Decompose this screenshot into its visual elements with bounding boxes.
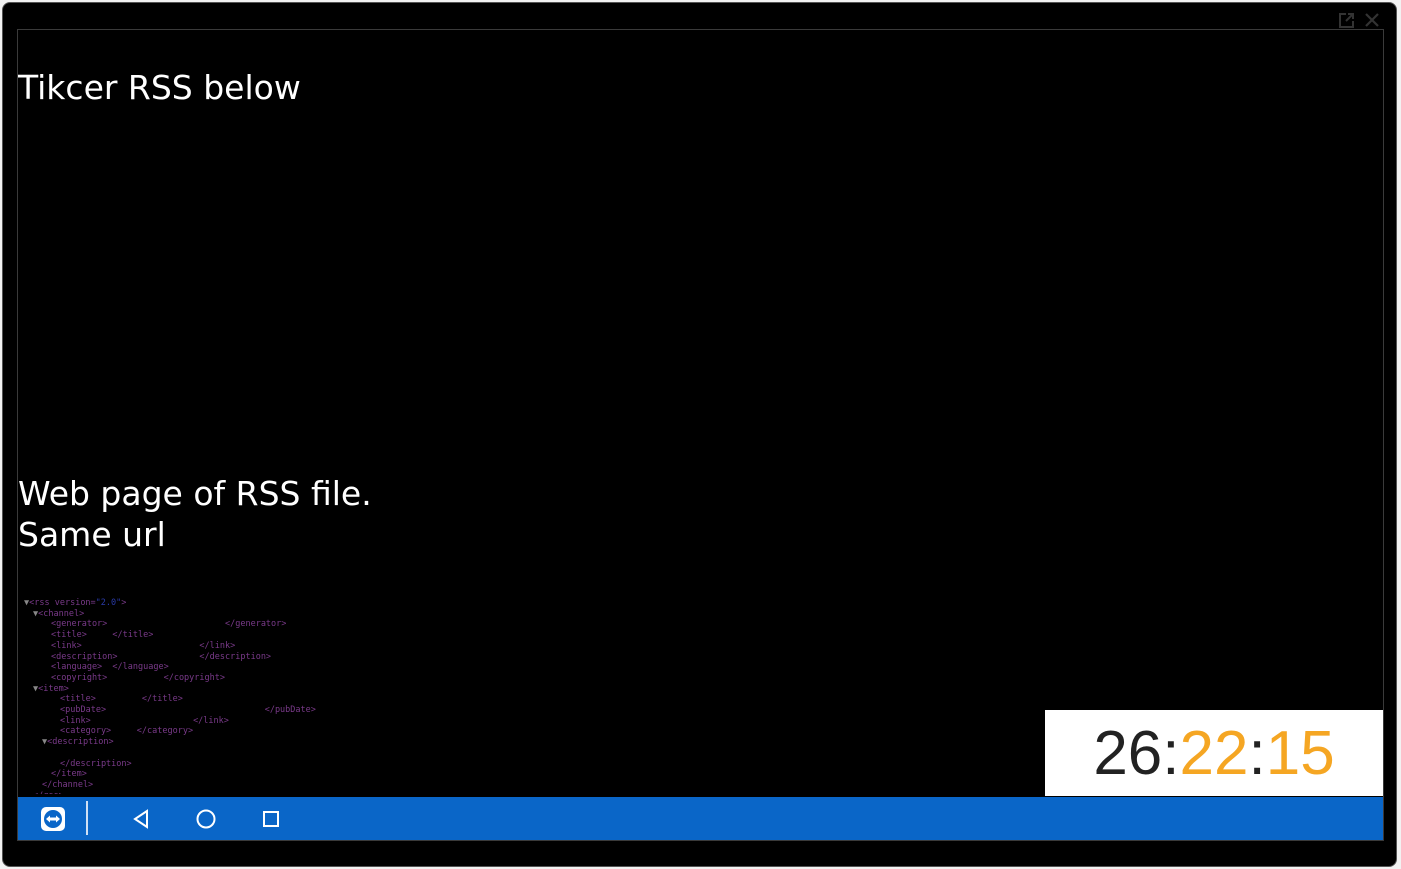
xml-close-tag: </language> — [102, 662, 169, 673]
back-triangle-icon[interactable] — [126, 797, 156, 840]
popout-icon[interactable] — [1336, 10, 1356, 30]
rss-xml-view: ▼<rss version="2.0"> ▼<channel> <generator… — [24, 598, 444, 794]
rss-line: <description> </description> — [24, 652, 444, 663]
rss-line: </description> — [24, 759, 444, 770]
android-nav-bar — [18, 797, 1383, 840]
xml-attr-value: "2.0" — [95, 598, 122, 608]
clock-minutes: 22 — [1179, 718, 1249, 788]
webpage-label-line2: Same url — [18, 515, 166, 554]
rss-line: <language> </language> — [24, 662, 444, 673]
xml-close-tag: </copyright> — [107, 672, 225, 683]
xml-tag: <title> — [51, 630, 87, 641]
xml-tag: <language> — [51, 662, 103, 673]
xml-close-tag: </description> — [117, 651, 272, 662]
remote-session-window: Tikcer RSS below Web page of RSS file. S… — [2, 2, 1397, 867]
xml-tag: <title> — [60, 694, 96, 705]
recents-square-icon[interactable] — [256, 797, 286, 840]
digital-clock: 26:22:15 — [1045, 710, 1383, 796]
rss-line[interactable]: ▼<description> — [24, 737, 444, 748]
rss-line: </channel> — [24, 780, 444, 791]
rss-line: <title> </title> — [24, 630, 444, 641]
xml-tag: <copyright> — [51, 672, 108, 683]
rss-line[interactable]: ▼<channel> — [24, 609, 444, 620]
xml-tag: <description> — [47, 737, 114, 748]
xml-tag: <link> — [51, 640, 82, 651]
xml-close-tag: </title> — [86, 630, 154, 641]
rss-line[interactable]: ▼<item> — [24, 684, 444, 695]
teamviewer-icon[interactable] — [36, 797, 70, 840]
device-screen: Tikcer RSS below Web page of RSS file. S… — [17, 29, 1384, 841]
webpage-label: Web page of RSS file. Same url — [18, 473, 372, 555]
clock-separator: : — [1162, 718, 1180, 788]
xml-close-tag: </link> — [81, 640, 236, 651]
rss-line — [24, 748, 444, 759]
nav-divider — [86, 801, 88, 835]
xml-tag: <link> — [60, 715, 91, 726]
xml-attr: version= — [49, 598, 96, 608]
rss-line: <link> </link> — [24, 716, 444, 727]
close-icon[interactable] — [1362, 10, 1382, 30]
xml-tag: </description> — [60, 758, 132, 769]
window-controls — [1336, 9, 1382, 31]
clock-seconds: 15 — [1265, 718, 1335, 788]
xml-tag: <rss — [29, 598, 50, 608]
webpage-label-line1: Web page of RSS file. — [18, 474, 372, 513]
xml-close-tag: </pubDate> — [106, 705, 316, 716]
rss-line: <title> </title> — [24, 694, 444, 705]
xml-close-tag: </category> — [111, 726, 194, 737]
rss-line: </rss> — [24, 791, 444, 794]
xml-close-tag: > — [121, 598, 127, 608]
xml-tag: </channel> — [42, 779, 94, 790]
xml-tag: </rss> — [33, 791, 64, 794]
rss-line: <generator> </generator> — [24, 619, 444, 630]
clock-hours: 26 — [1093, 718, 1163, 788]
xml-tag: <description> — [51, 651, 118, 662]
xml-tag: <item> — [38, 683, 69, 694]
xml-close-tag: </link> — [90, 715, 229, 726]
rss-line: <category> </category> — [24, 726, 444, 737]
xml-tag: <channel> — [38, 608, 85, 619]
rss-line: </item> — [24, 769, 444, 780]
xml-tag: <category> — [60, 726, 112, 737]
rss-line: <link> </link> — [24, 641, 444, 652]
clock-separator: : — [1248, 718, 1266, 788]
rss-line[interactable]: ▼<rss version="2.0"> — [24, 598, 444, 609]
xml-tag: </item> — [51, 769, 87, 780]
home-circle-icon[interactable] — [191, 797, 221, 840]
rss-line: <pubDate> </pubDate> — [24, 705, 444, 716]
xml-tag: <pubDate> — [60, 705, 107, 716]
xml-close-tag: </title> — [95, 694, 183, 705]
rss-line: <copyright> </copyright> — [24, 673, 444, 684]
xml-close-tag: </generator> — [107, 619, 287, 630]
ticker-headline: Tikcer RSS below — [18, 68, 301, 107]
xml-tag: <generator> — [51, 619, 108, 630]
